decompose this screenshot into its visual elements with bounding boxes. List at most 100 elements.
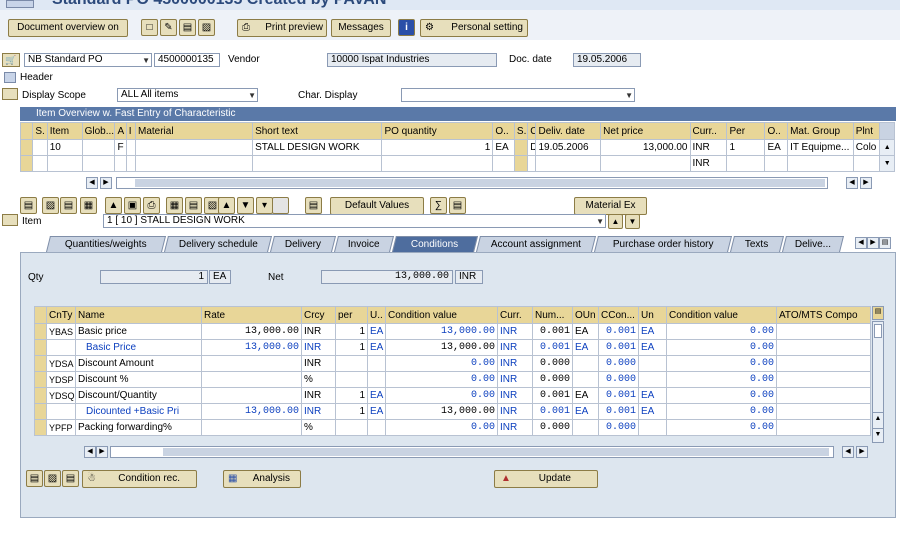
column-header[interactable]: Net price — [600, 122, 691, 140]
filter-icon[interactable]: ▼ — [237, 197, 254, 214]
delete-row-icon[interactable]: ▤ — [62, 470, 79, 487]
rate-cell[interactable]: 13,000.00 — [201, 323, 302, 340]
key-icon[interactable] — [2, 88, 18, 100]
row-selector[interactable] — [34, 403, 47, 420]
details-icon[interactable]: ▤ — [20, 197, 37, 214]
row-selector[interactable] — [34, 355, 47, 372]
scroll-right-icon[interactable]: ▶ — [856, 446, 868, 458]
doc-type-field[interactable]: NB Standard PO ▼ — [24, 53, 152, 67]
top-icon[interactable]: ▲ — [105, 197, 122, 214]
scroll-left-icon[interactable]: ◀ — [842, 446, 854, 458]
price-unit-cell[interactable]: 1 — [726, 139, 766, 156]
tab-list-icon[interactable]: ▤ — [879, 237, 891, 249]
column-header[interactable]: I — [125, 122, 136, 140]
tab-next-icon[interactable]: ▶ — [867, 237, 879, 249]
column-header[interactable]: Name — [75, 306, 202, 324]
tab-invoice[interactable]: Invoice — [334, 236, 394, 252]
display-icon[interactable]: ▤ — [179, 19, 196, 36]
column-header[interactable]: Condition value — [385, 306, 498, 324]
tab-purchase-order-history[interactable]: Purchase order history — [594, 236, 732, 252]
column-header[interactable]: Un — [638, 306, 667, 324]
rate-cell[interactable] — [201, 419, 302, 436]
scroll-up-icon[interactable]: ▲ — [873, 412, 883, 424]
condition-name-cell[interactable]: Dicounted +Basic Pri — [75, 403, 202, 420]
column-header[interactable]: O.. — [492, 122, 515, 140]
condition-row[interactable]: Dicounted +Basic Pri 13,000.00 INR 1 EA 13,00… — [34, 403, 871, 420]
vendor-field[interactable]: 10000 Ispat Industries — [327, 53, 497, 67]
account-category-cell[interactable]: F — [114, 139, 127, 156]
column-header[interactable]: O.. — [764, 122, 789, 140]
scroll-left-icon[interactable]: ◀ — [846, 177, 858, 189]
condition-type-cell[interactable]: YPFP — [46, 419, 76, 436]
row-selector[interactable] — [34, 339, 47, 356]
condition-row[interactable]: YBAS Basic price 13,000.00 INR 1 EA 13,000.00 I… — [34, 323, 871, 340]
select-all-icon[interactable] — [19, 122, 34, 140]
condition-type-cell[interactable] — [46, 339, 76, 356]
column-header[interactable]: ATO/MTS Compo — [776, 306, 871, 324]
condition-name-cell[interactable]: Discount % — [75, 371, 202, 388]
vertical-scrollbar[interactable]: ▲ ▼ — [872, 321, 884, 443]
condition-row[interactable]: YDSP Discount %% 0.00 INR 0.000 0.000 0.00 — [34, 371, 871, 388]
column-header[interactable]: Deliv. date — [535, 122, 602, 140]
print-preview-button[interactable]: ⎙ Print preview — [237, 19, 327, 37]
condition-type-cell[interactable]: YDSQ — [46, 387, 76, 404]
display-scope-select[interactable]: ALL All items ▼ — [117, 88, 258, 102]
order-price-unit-cell[interactable]: EA — [764, 139, 789, 156]
previous-item-icon[interactable]: ▲ — [608, 214, 623, 229]
material-group-cell[interactable]: IT Equipme... — [787, 139, 854, 156]
condition-type-cell[interactable]: YDSP — [46, 371, 76, 388]
default-values-button[interactable]: Default Values — [330, 197, 424, 215]
scroll-down-icon[interactable]: ▼ — [879, 155, 895, 172]
table-row[interactable]: 10 F STALL DESIGN WORK 1 EA D 19.05.2006… — [19, 139, 895, 156]
scroll-right-icon[interactable]: ▶ — [860, 177, 872, 189]
rate-cell[interactable]: 13,000.00 — [201, 339, 302, 356]
tab-quantities-weights[interactable]: Quantities/weights — [46, 236, 166, 252]
doc-date-field[interactable]: 19.05.2006 — [573, 53, 641, 67]
condition-name-cell[interactable]: Discount Amount — [75, 355, 202, 372]
condition-row[interactable]: YDSA Discount Amount INR 0.00 INR 0.000 0.000 0… — [34, 355, 871, 372]
scroll-thumb[interactable] — [163, 448, 829, 456]
header-expand-icon[interactable] — [4, 72, 16, 83]
condition-details-icon[interactable]: ▤ — [26, 470, 43, 487]
column-header[interactable]: Glob... — [81, 122, 116, 140]
condition-name-cell[interactable]: Packing forwarding% — [75, 419, 202, 436]
document-overview-button[interactable]: Document overview on — [8, 19, 128, 37]
po-number-field[interactable]: 4500000135 — [154, 53, 220, 67]
column-header[interactable]: U.. — [367, 306, 386, 324]
edit-icon[interactable]: ✎ — [160, 19, 177, 36]
scroll-left-icon[interactable]: ◀ — [84, 446, 96, 458]
currency-cell[interactable]: INR — [689, 155, 728, 172]
filter-options-icon[interactable]: ▾ — [256, 197, 273, 214]
find-icon[interactable]: ▦ — [80, 197, 97, 214]
info-icon[interactable]: i — [398, 19, 415, 36]
condition-name-cell[interactable]: Basic price — [75, 323, 202, 340]
scroll-left-icon[interactable]: ◀ — [86, 177, 98, 189]
row-selector[interactable] — [34, 323, 47, 340]
tab-delivery-address[interactable]: Delive... — [782, 236, 844, 252]
sum-icon[interactable]: ∑ — [430, 197, 447, 214]
short-text-cell[interactable]: STALL DESIGN WORK — [252, 139, 383, 156]
column-header[interactable]: OUn — [572, 306, 599, 324]
condition-row[interactable]: Basic Price 13,000.00 INR 1 EA 13,000.00 INR 0.… — [34, 339, 871, 356]
filter-blank-icon[interactable] — [272, 197, 289, 214]
configure-icon[interactable]: ▤ — [449, 197, 466, 214]
row-selector[interactable] — [19, 155, 34, 172]
key-icon[interactable] — [2, 214, 18, 226]
rate-cell[interactable] — [201, 387, 302, 404]
condition-row[interactable]: YDSQ Discount/Quantity INR 1 EA 0.00 INR 0.001 E… — [34, 387, 871, 404]
lock-icon[interactable]: ▣ — [124, 197, 141, 214]
tab-account-assignment[interactable]: Account assignment — [476, 236, 596, 252]
next-item-icon[interactable]: ▼ — [625, 214, 640, 229]
scroll-thumb[interactable] — [874, 324, 882, 338]
scroll-down-icon[interactable]: ▼ — [873, 428, 883, 440]
column-header[interactable]: A — [114, 122, 127, 140]
tab-delivery[interactable]: Delivery — [270, 236, 336, 252]
condition-row[interactable]: YPFP Packing forwarding%% 0.00 INR 0.000 0.00… — [34, 419, 871, 436]
column-header[interactable]: PO quantity — [381, 122, 494, 140]
column-header[interactable]: per — [335, 306, 368, 324]
column-header[interactable]: Short text — [252, 122, 383, 140]
warning-icon[interactable]: ▲ — [218, 197, 235, 214]
condition-type-cell[interactable]: YBAS — [46, 323, 76, 340]
po-quantity-cell[interactable]: 1 — [381, 139, 494, 156]
column-header[interactable]: S. — [513, 122, 529, 140]
